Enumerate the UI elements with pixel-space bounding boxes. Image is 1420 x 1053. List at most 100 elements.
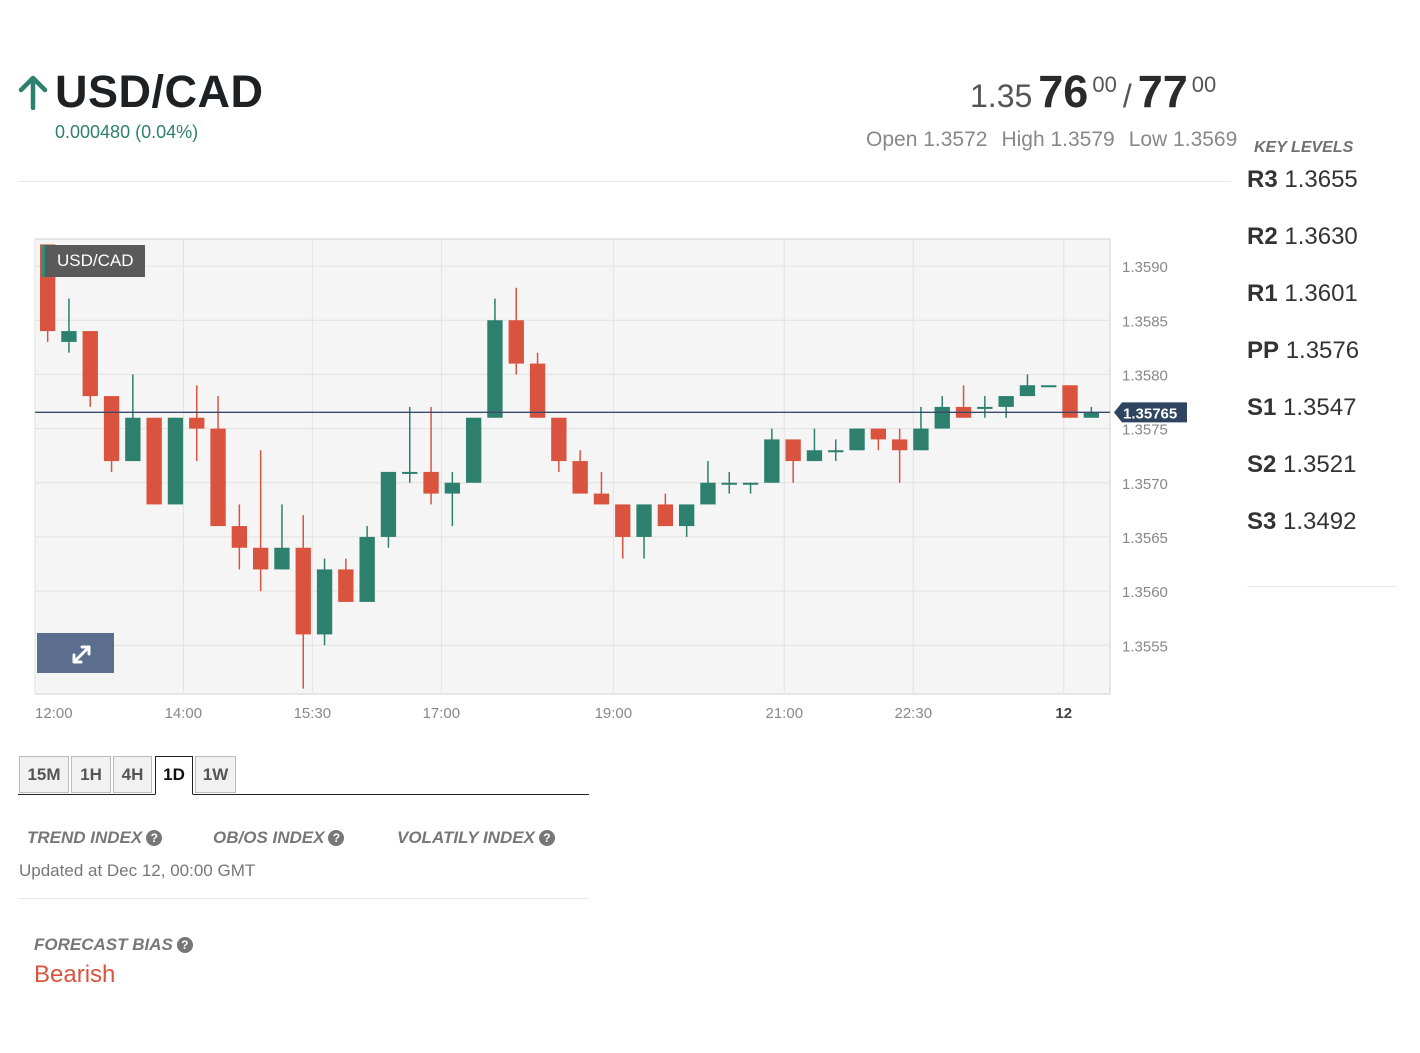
candle-down [551,417,567,462]
key-level-s2: S2 1.3521 [1247,451,1357,478]
help-icon[interactable]: ? [328,830,345,846]
candle-up [913,428,929,451]
volatility-index-label: VOLATILY INDEX [397,828,535,847]
candle-up [125,417,141,462]
forecast-bias: FORECAST BIAS? [34,935,193,955]
y-tick-label: 1.3590 [1122,259,1168,276]
price-change: 0.000480 (0.04%) [55,122,199,142]
open-value: Open 1.3572 [866,128,988,151]
candle-up [1041,385,1057,388]
tab-1w[interactable]: 1W [195,756,236,793]
candle-up [274,547,290,570]
bid-prefix: 1.35 [970,78,1033,114]
x-tick-label: 21:00 [766,705,804,722]
x-tick-label: 22:30 [895,705,933,722]
pair-title: USD/CAD [55,66,264,117]
help-icon[interactable]: ? [146,830,163,846]
candle-down [252,547,269,570]
candle-up [1083,412,1100,418]
key-level-pp: PP 1.3576 [1247,337,1360,364]
candle-down [870,428,887,440]
candle-up [742,482,759,485]
tab-1h[interactable]: 1H [71,756,111,793]
y-tick-label: 1.3575 [1122,422,1168,439]
forecast-bias-value: Bearish [34,961,116,988]
ask-big: 77 [1137,66,1188,117]
candle-up [998,396,1014,407]
low-value: Low 1.3569 [1128,128,1238,151]
candle-up [764,439,780,483]
candle-up [359,536,375,602]
ask-sup: 00 [1191,72,1217,97]
y-tick-label: 1.3580 [1122,367,1168,384]
updated-timestamp: Updated at Dec 12, 00:00 GMT [19,861,256,880]
tab-1d[interactable]: 1D [155,756,193,795]
candle-down [423,471,439,494]
candlestick-chart[interactable]: 1.3590 1.3585 1.3580 1.3575 1.3570 1.3565 1.35… [0,225,1240,740]
timeframe-tabs: 15M 1H 4H 1D 1W [18,756,589,795]
expand-icon [72,645,91,664]
forecast-bias-title: FORECAST BIAS [34,935,173,954]
y-tick-label: 1.3585 [1122,313,1168,330]
ohl-row: Open 1.3572 High 1.3579 Low 1.3569 [866,128,1237,152]
obos-index-label: OB/OS INDEX [213,828,325,847]
key-levels-divider [1247,586,1397,587]
candle-down [231,526,248,548]
candle-down [657,504,674,527]
key-level-s1: S1 1.3547 [1247,394,1357,421]
y-tick-label: 1.3560 [1122,584,1168,601]
candle-up [167,417,184,505]
x-tick-label: 12:00 [35,705,73,722]
key-level-r2: R2 1.3630 [1247,223,1358,250]
volatility-index: VOLATILY INDEX? [397,828,555,848]
current-price-label: 1.35765 [1123,405,1177,422]
candle-down [146,417,162,505]
candle-down [82,331,98,397]
candle-up [316,569,333,635]
quote-display: 1.35 76 00/77 00 [970,66,1216,118]
candle-down [103,396,120,462]
candle-up [636,504,652,537]
candle-up [402,471,418,474]
help-icon[interactable]: ? [176,937,193,953]
candle-up [849,428,865,451]
trend-index: TREND INDEX? [27,828,163,848]
candle-down [593,493,610,505]
indices-divider [18,898,589,899]
candle-up [828,450,844,453]
candle-up [806,450,823,462]
x-tick-label: 19:00 [595,705,633,722]
candle-up [1019,385,1036,397]
candle-up [934,406,950,429]
candle-down [615,504,631,537]
candle-down [295,547,311,635]
trend-index-label: TREND INDEX [27,828,143,847]
help-icon[interactable]: ? [538,830,555,846]
candle-up [380,471,397,537]
candle-up [721,482,737,485]
candle-down [210,428,226,527]
tab-15m[interactable]: 15M [19,756,69,793]
candle-up [487,320,503,418]
high-value: High 1.3579 [1001,128,1115,151]
y-tick-label: 1.3570 [1122,476,1168,493]
candle-up [700,482,716,505]
key-level-s3: S3 1.3492 [1247,508,1357,535]
tab-4h[interactable]: 4H [113,756,152,793]
key-level-r3: R3 1.3655 [1247,166,1358,193]
x-tick-label: 15:30 [294,705,332,722]
x-tick-label: 14:00 [165,705,203,722]
chart-symbol-label: USD/CAD [42,245,145,277]
candle-down [189,417,205,429]
quote-separator: / [1122,78,1132,114]
candle-down [529,363,546,418]
obos-index: OB/OS INDEX? [213,828,345,848]
candle-down [508,320,524,364]
up-arrow-icon [18,75,48,110]
bid-big: 76 [1038,66,1089,117]
candle-down [572,461,588,494]
expand-chart-button[interactable] [37,633,114,673]
candle-up [465,417,482,483]
candle-up [61,331,77,342]
candle-up [444,482,461,494]
